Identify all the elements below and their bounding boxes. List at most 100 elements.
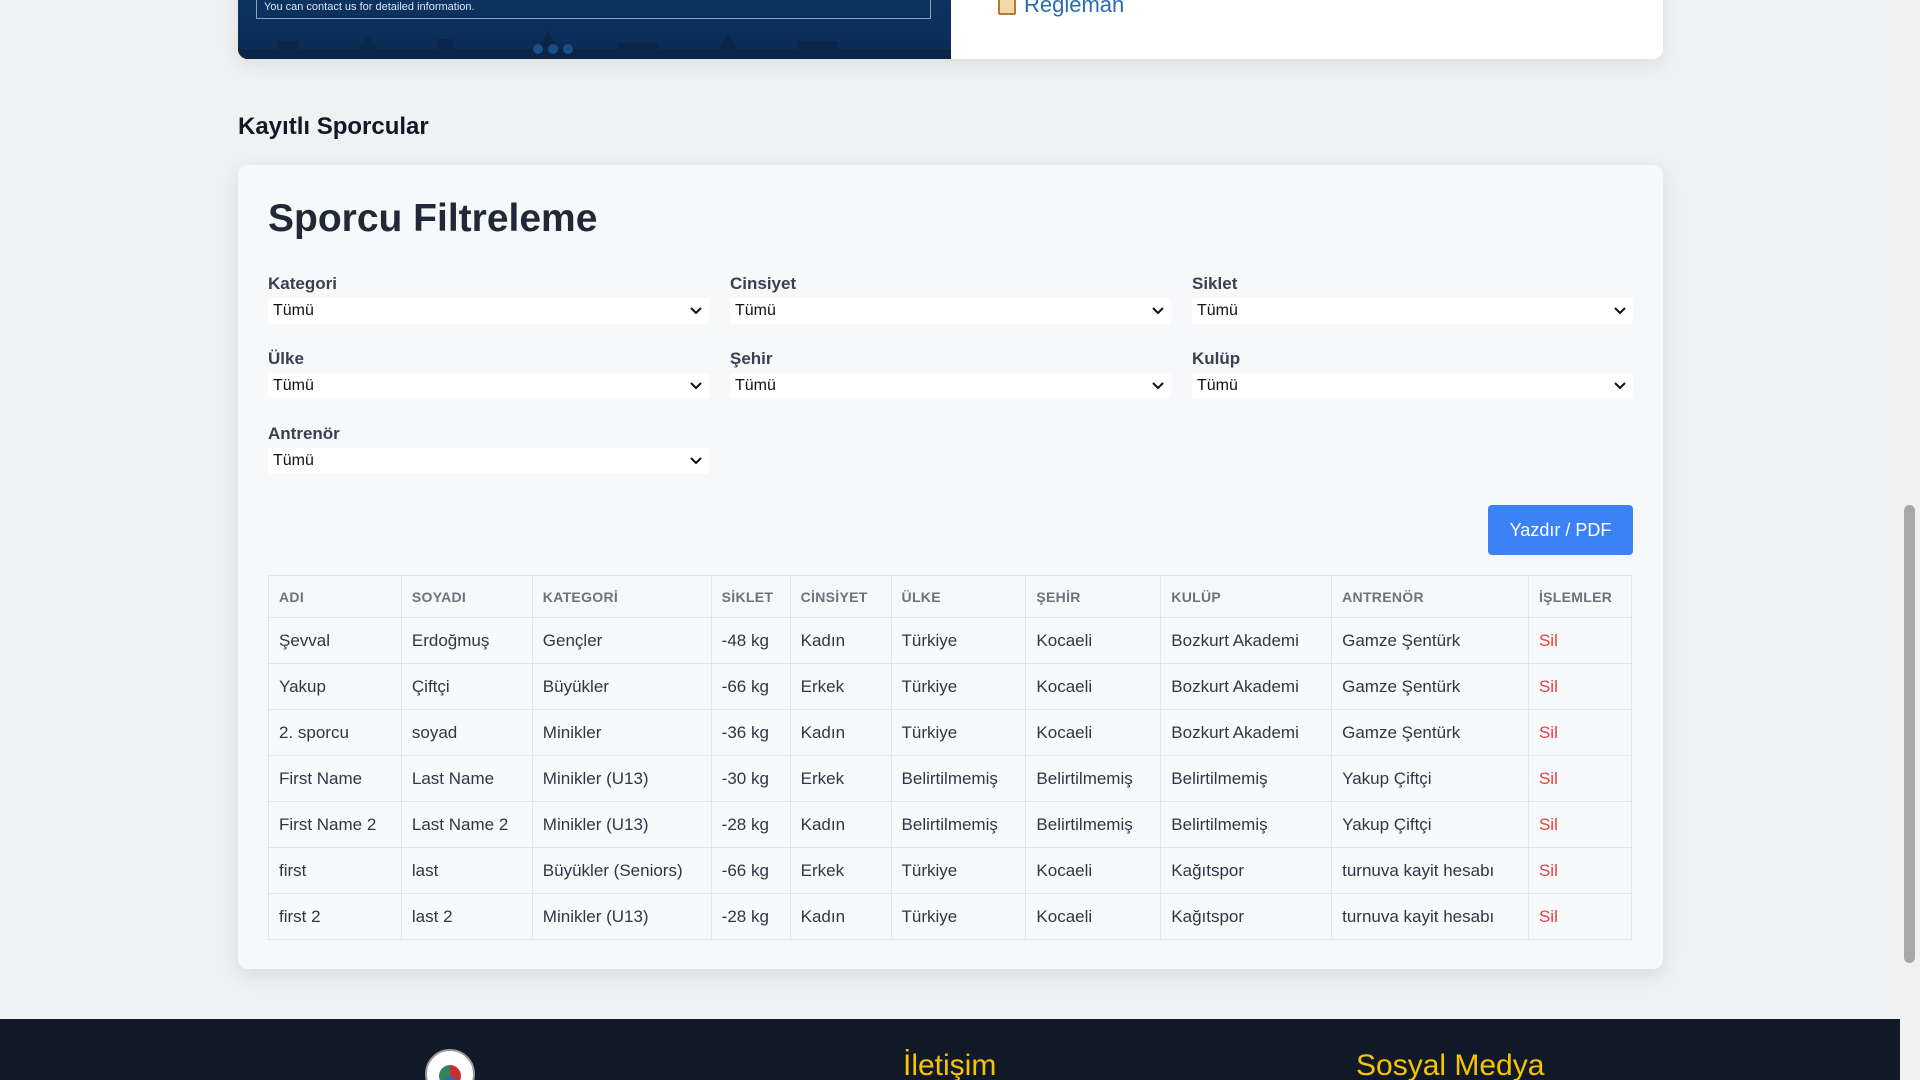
filter-title: Sporcu Filtreleme: [268, 197, 598, 240]
delete-link[interactable]: Sil: [1527, 617, 1633, 664]
table-cell: turnuva kayit hesabı: [1331, 893, 1529, 940]
table-cell: Türkiye: [890, 663, 1027, 710]
column-header: SİKLET: [710, 575, 791, 618]
cinsiyet-select[interactable]: Tümü: [730, 298, 1171, 324]
regulation-link[interactable]: Reglеman: [998, 0, 1124, 18]
delete-link[interactable]: Sil: [1527, 893, 1633, 940]
delete-link[interactable]: Sil: [1527, 663, 1633, 710]
column-header: İŞLEMLER: [1527, 575, 1633, 618]
filter-sehir: Şehir Tümü: [730, 348, 1171, 399]
chevron-down-icon: [1614, 382, 1626, 390]
skyline-illustration: [238, 31, 951, 59]
table-cell: Bozkurt Akademi: [1160, 663, 1333, 710]
select-value: Tümü: [1197, 377, 1238, 394]
table-cell: first: [268, 847, 402, 894]
column-header: ANTRENÖR: [1331, 575, 1529, 618]
footer-contact-heading: İletişim: [903, 1049, 997, 1080]
chevron-down-icon: [1614, 307, 1626, 315]
delete-link[interactable]: Sil: [1527, 709, 1633, 756]
table-cell: Kadın: [789, 801, 892, 848]
table-cell: Belirtilmemiş: [1025, 801, 1162, 848]
print-pdf-button[interactable]: Yazdır / PDF: [1488, 505, 1633, 555]
regulation-link-label: Reglеman: [1024, 0, 1125, 17]
table-cell: Türkiye: [890, 709, 1027, 756]
sehir-select[interactable]: Tümü: [730, 373, 1171, 399]
kategori-select[interactable]: Tümü: [268, 298, 709, 324]
table-cell: -28 kg: [710, 893, 791, 940]
column-header: SOYADI: [400, 575, 533, 618]
column-header: KATEGORİ: [531, 575, 712, 618]
table-cell: Last Name: [400, 755, 533, 802]
table-cell: Çiftçi: [400, 663, 533, 710]
kulup-select[interactable]: Tümü: [1192, 373, 1633, 399]
table-cell: -28 kg: [710, 801, 791, 848]
table-cell: Kocaeli: [1025, 617, 1162, 664]
filter-label: Siklet: [1192, 274, 1238, 293]
vertical-scrollbar[interactable]: [1900, 0, 1920, 1080]
table-row: Şevval Erdoğmuş Gençler -48 kg Kadın Türkiye K…: [268, 617, 1633, 664]
select-value: Tümü: [273, 452, 314, 469]
table-cell: First Name: [268, 755, 402, 802]
chevron-down-icon: [690, 457, 702, 465]
table-cell: Belirtilmemiş: [890, 755, 1027, 802]
info-card: You can contact us for detailed informat…: [238, 0, 1663, 59]
column-header: ÜLKE: [890, 575, 1027, 618]
table-cell: Kocaeli: [1025, 709, 1162, 756]
table-cell: Büyükler (Seniors): [531, 847, 712, 894]
antrenor-select[interactable]: Tümü: [268, 448, 709, 474]
delete-link[interactable]: Sil: [1527, 755, 1633, 802]
siklet-select[interactable]: Tümü: [1192, 298, 1633, 324]
table-cell: Kocaeli: [1025, 663, 1162, 710]
select-value: Tümü: [1197, 302, 1238, 319]
table-cell: first 2: [268, 893, 402, 940]
filter-antrenor: Antrenör Tümü: [268, 423, 709, 474]
filter-cinsiyet: Cinsiyet Tümü: [730, 273, 1171, 324]
table-cell: Kağıtspor: [1160, 893, 1333, 940]
table-cell: soyad: [400, 709, 533, 756]
table-cell: Erdoğmuş: [400, 617, 533, 664]
table-cell: turnuva kayit hesabı: [1331, 847, 1529, 894]
table-cell: Belirtilmemiş: [1160, 801, 1333, 848]
table-body: Şevval Erdoğmuş Gençler -48 kg Kadın Türkiye K…: [268, 617, 1633, 940]
ulke-select[interactable]: Tümü: [268, 373, 709, 399]
table-row: 2. sporcu soyad Minikler -36 kg Kadın Türkiye…: [268, 709, 1633, 756]
table-cell: Last Name 2: [400, 801, 533, 848]
filter-label: Antrenör: [268, 424, 340, 443]
table-cell: -66 kg: [710, 663, 791, 710]
column-header: CİNSİYET: [789, 575, 892, 618]
filter-label: Kulüp: [1192, 349, 1241, 368]
table-cell: Kocaeli: [1025, 847, 1162, 894]
select-value: Tümü: [273, 377, 314, 394]
delete-link[interactable]: Sil: [1527, 847, 1633, 894]
filter-card: Sporcu Filtreleme Kategori Tümü Cinsiyet…: [238, 165, 1663, 969]
table-cell: Kadın: [789, 617, 892, 664]
table-cell: -48 kg: [710, 617, 791, 664]
athletes-table: ADI SOYADI KATEGORİ SİKLET CİNSİYET ÜLKE ŞEHİR…: [268, 575, 1633, 940]
filter-label: Cinsiyet: [730, 274, 797, 293]
table-cell: Minikler (U13): [531, 801, 712, 848]
table-cell: Bozkurt Akademi: [1160, 709, 1333, 756]
filter-kategori: Kategori Tümü: [268, 273, 709, 324]
scrollbar-thumb[interactable]: [1904, 505, 1915, 963]
footer: İletişim Sosyal Medya: [0, 1019, 1900, 1080]
section-title: Kayıtlı Sporcular: [238, 113, 429, 140]
column-header: ŞEHİR: [1025, 575, 1162, 618]
table-row: First Name 2 Last Name 2 Minikler (U13) -28…: [268, 801, 1633, 848]
table-cell: Türkiye: [890, 847, 1027, 894]
table-cell: Kağıtspor: [1160, 847, 1333, 894]
chevron-down-icon: [690, 382, 702, 390]
column-header: KULÜP: [1160, 575, 1333, 618]
table-cell: Gamze Şentürk: [1331, 709, 1529, 756]
delete-link[interactable]: Sil: [1527, 801, 1633, 848]
info-banner: You can contact us for detailed informat…: [238, 0, 951, 59]
table-cell: Belirtilmemiş: [1160, 755, 1333, 802]
table-cell: Şevval: [268, 617, 402, 664]
select-value: Tümü: [735, 377, 776, 394]
chevron-down-icon: [1152, 307, 1164, 315]
table-cell: Kocaeli: [1025, 893, 1162, 940]
chevron-down-icon: [1152, 382, 1164, 390]
page: You can contact us for detailed informat…: [0, 0, 1900, 1080]
filter-siklet: Siklet Tümü: [1192, 273, 1633, 324]
table-cell: Yakup Çiftçi: [1331, 801, 1529, 848]
column-header: ADI: [268, 575, 402, 618]
